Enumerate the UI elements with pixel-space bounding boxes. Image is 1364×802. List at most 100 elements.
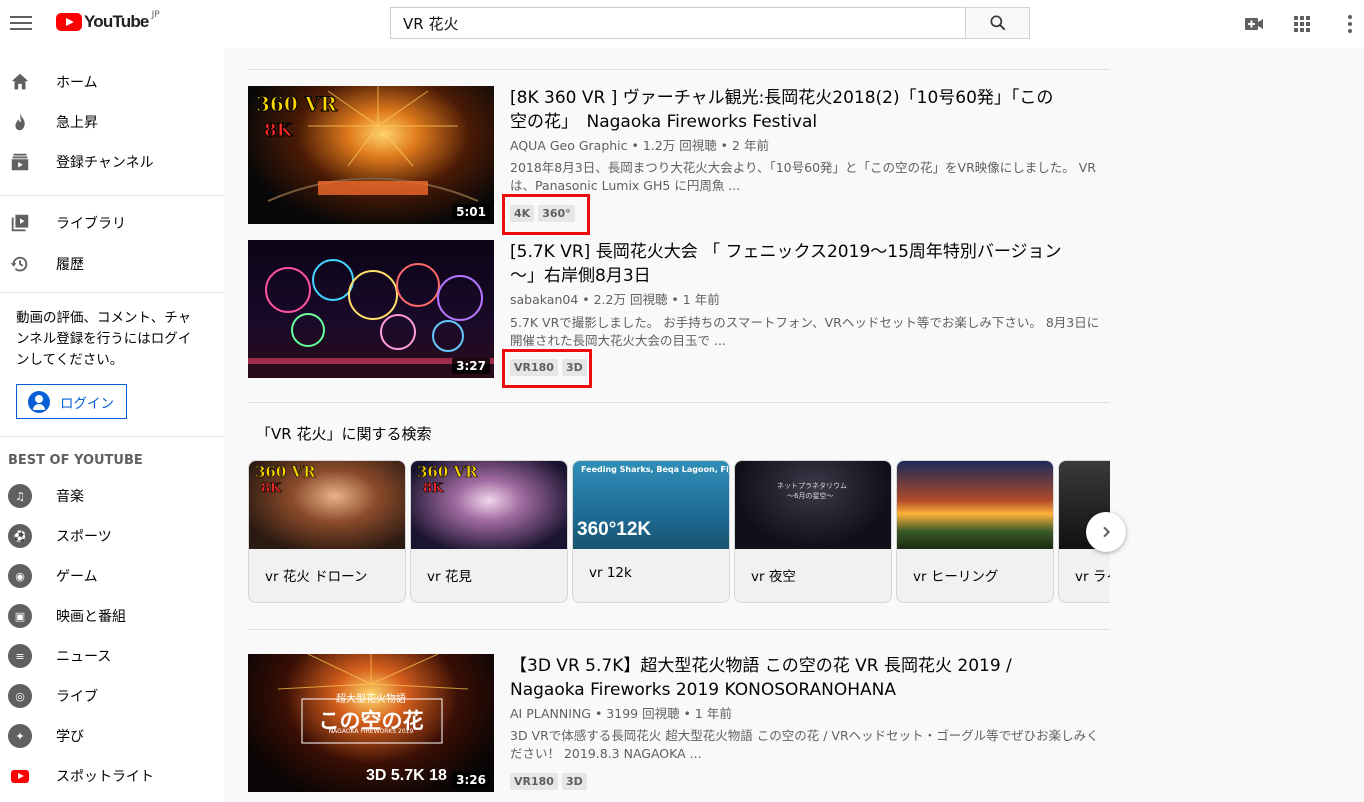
sidebar-item-spotlight[interactable]: スポットライト	[0, 756, 224, 796]
sidebar-divider	[0, 195, 224, 196]
account-icon	[28, 390, 50, 413]
sidebar-item-label: ホーム	[56, 75, 98, 91]
spotlight-icon	[8, 764, 32, 788]
card-overlay-text: 360°12K	[577, 519, 652, 540]
related-search-card[interactable]: Feeding Sharks, Beqa Lagoon, Fiji 360°12…	[572, 460, 730, 603]
card-thumbnail: ネットプラネタリウム ～6月の星空～	[735, 461, 891, 549]
sidebar-item-live[interactable]: ◎ ライブ	[0, 676, 224, 716]
thumbnail-overlay-text: 3D 5.7K 18	[366, 767, 447, 784]
news-icon: ≡	[8, 644, 32, 668]
card-overlay-text: 8K	[261, 481, 282, 497]
create-video-icon[interactable]	[1242, 12, 1266, 36]
sidebar-item-home[interactable]: ホーム	[0, 62, 224, 102]
sidebar-item-gaming[interactable]: ◉ ゲーム	[0, 556, 224, 596]
sidebar-item-label: 履歴	[56, 257, 84, 273]
search-query: VR 花火	[403, 14, 459, 33]
video-thumbnail[interactable]: 超大型花火物語 この空の花 NAGAOKA FIREWORKS 2019 3D …	[248, 654, 494, 792]
sidebar-item-trending[interactable]: 急上昇	[0, 102, 224, 142]
related-searches-title: 「VR 花火」に関する検索	[256, 425, 432, 443]
shelf-next-button[interactable]	[1086, 512, 1126, 552]
related-search-card[interactable]: ネットプラネタリウム ～6月の星空～ vr 夜空	[734, 460, 892, 603]
sidebar-item-label: ニュース	[56, 649, 112, 665]
sidebar-item-library[interactable]: ライブラリ	[0, 203, 224, 243]
sidebar-item-music[interactable]: ♫ 音楽	[0, 476, 224, 516]
related-search-card[interactable]: 360 VR 8K vr 花火 ドローン	[248, 460, 406, 603]
sidebar-item-label: ライブ	[56, 689, 98, 705]
sidebar-item-sports[interactable]: ⚽ スポーツ	[0, 516, 224, 556]
more-vert-icon[interactable]	[1338, 12, 1362, 36]
thumbnail-overlay-text: 8K	[263, 120, 293, 142]
sidebar-item-news[interactable]: ≡ ニュース	[0, 636, 224, 676]
sidebar-divider	[0, 292, 224, 293]
sidebar-item-label: ゲーム	[56, 569, 98, 585]
video-thumbnail[interactable]: 3:27	[248, 240, 494, 378]
card-thumbnail: Feeding Sharks, Beqa Lagoon, Fiji 360°12…	[573, 461, 729, 549]
badge-3d: 3D	[561, 773, 587, 790]
sidebar-item-learning[interactable]: ✦ 学び	[0, 716, 224, 756]
video-duration: 3:27	[452, 358, 490, 374]
card-overlay-text: 360 VR	[417, 463, 478, 482]
result-separator	[248, 629, 1110, 630]
youtube-logo[interactable]: YouTube JP	[56, 10, 160, 32]
menu-icon[interactable]	[10, 13, 32, 35]
highlight-box	[502, 349, 592, 388]
sidebar-item-label: 映画と番組	[56, 609, 126, 625]
search-button[interactable]	[965, 7, 1030, 39]
related-searches-shelf: 360 VR 8K vr 花火 ドローン 360 VR 8K vr 花見 Fee…	[248, 460, 1110, 603]
home-icon	[8, 70, 32, 94]
card-overlay-text: ネットプラネタリウム	[777, 482, 847, 490]
sidebar-item-subscriptions[interactable]: 登録チャンネル	[0, 142, 224, 182]
badge-vr180: VR180	[510, 773, 558, 790]
card-label: vr 12k	[589, 565, 632, 581]
video-badges: VR180 3D	[510, 773, 587, 790]
video-title[interactable]: [8K 360 VR ] ヴァーチャル観光:長岡花火2018(2)「10号60発…	[510, 86, 1070, 134]
sidebar-item-movies[interactable]: ▣ 映画と番組	[0, 596, 224, 636]
result-separator	[248, 402, 1110, 403]
video-description: 3D VRで体感する長岡花火 超大型花火物語 この空の花 / VRヘッドセット・…	[510, 728, 1099, 761]
video-duration: 5:01	[452, 204, 490, 220]
masthead: YouTube JP VR 花火	[0, 0, 1364, 48]
video-title[interactable]: 【3D VR 5.7K】超大型花火物語 この空の花 VR 長岡花火 2019 /…	[510, 654, 1050, 702]
sidebar-item-label: 急上昇	[56, 115, 98, 131]
signin-prompt: 動画の評価、コメント、チャンネル登録を行うにはログインしてください。	[16, 310, 192, 368]
video-title[interactable]: [5.7K VR] 長岡花火大会 「 フェニックス2019～15周年特別バージョ…	[510, 240, 1070, 288]
related-search-card[interactable]: 360 VR 8K vr 花見	[410, 460, 568, 603]
card-label: vr ライ	[1075, 569, 1110, 585]
sidebar-item-label: 登録チャンネル	[56, 155, 154, 171]
card-overlay-text: 8K	[423, 481, 444, 497]
live-icon: ◎	[8, 684, 32, 708]
video-description: 5.7K VRで撮影しました。 お手持ちのスマートフォン、VRヘッドセット等でお…	[510, 315, 1100, 348]
sidebar-item-label: スポーツ	[56, 529, 112, 545]
apps-grid-icon[interactable]	[1290, 12, 1314, 36]
signin-button[interactable]: ログイン	[16, 384, 127, 419]
sports-icon: ⚽	[8, 524, 32, 548]
video-meta[interactable]: AI PLANNING • 3199 回視聴 • 1 年前	[510, 703, 732, 722]
signin-label: ログイン	[60, 395, 114, 412]
search-icon	[990, 15, 1005, 31]
gaming-icon: ◉	[8, 564, 32, 588]
video-meta[interactable]: AQUA Geo Graphic • 1.2万 回視聴 • 2 年前	[510, 135, 769, 154]
youtube-play-icon	[56, 13, 82, 31]
video-thumbnail[interactable]: 360 VR 8K 5:01	[248, 86, 494, 224]
search-input[interactable]: VR 花火	[390, 7, 966, 39]
related-search-card[interactable]: vr ヒーリング	[896, 460, 1054, 603]
fire-icon	[8, 110, 32, 134]
learning-icon: ✦	[8, 724, 32, 748]
card-overlay-text: Feeding Sharks, Beqa Lagoon, Fiji	[581, 465, 729, 474]
thumbnail-overlay-text: NAGAOKA FIREWORKS 2019	[328, 728, 414, 735]
chevron-right-icon	[1103, 526, 1111, 538]
card-label: vr 花火 ドローン	[265, 569, 368, 585]
subscriptions-icon	[8, 150, 32, 174]
history-icon	[8, 252, 32, 276]
thumbnail-overlay-text: 360 VR	[256, 92, 338, 117]
music-icon: ♫	[8, 484, 32, 508]
video-meta[interactable]: sabakan04 • 2.2万 回視聴 • 1 年前	[510, 289, 720, 308]
video-description: 2018年8月3日、長岡まつり大花火大会より、「10号60発」と「この空の花」を…	[510, 160, 1096, 193]
sidebar-item-history[interactable]: 履歴	[0, 244, 224, 284]
logo-text: YouTube	[84, 12, 149, 31]
card-thumbnail: 360 VR 8K	[249, 461, 405, 549]
card-thumbnail	[897, 461, 1053, 549]
sidebar-item-label: 学び	[56, 729, 84, 745]
sidebar-item-label: スポットライト	[56, 769, 154, 785]
best-of-youtube-heading: BEST OF YOUTUBE	[8, 453, 143, 468]
